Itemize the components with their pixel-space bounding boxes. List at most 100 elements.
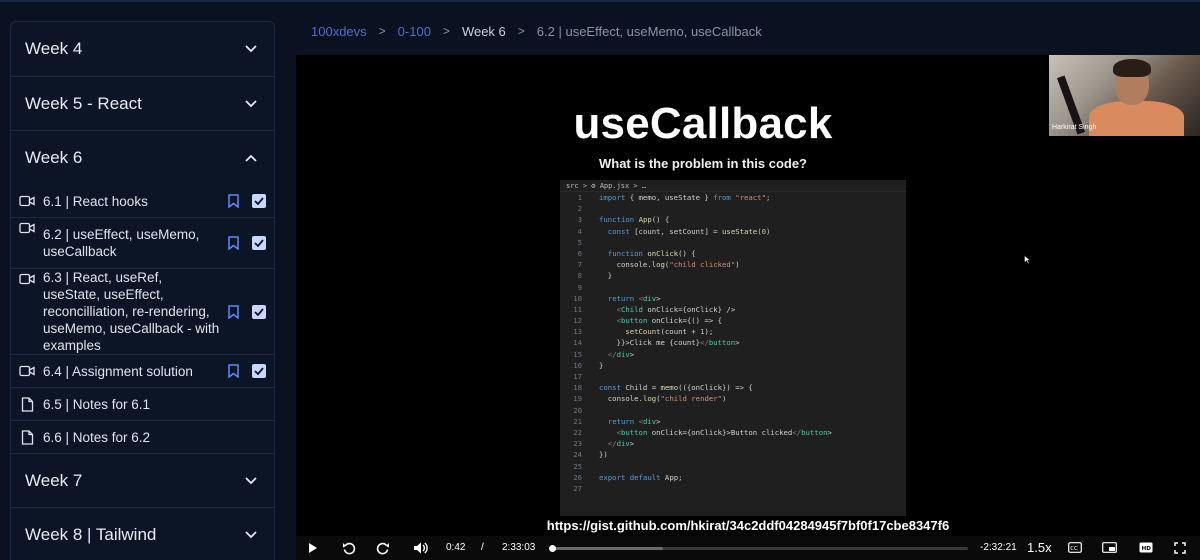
completed-checkbox[interactable]: [252, 236, 266, 250]
code-text: }}>Click me {count}</button>: [599, 338, 740, 348]
rewind-icon[interactable]: [342, 541, 356, 555]
line-number: 15: [573, 349, 582, 359]
line-number: 22: [573, 427, 582, 437]
code-text: import { memo, useState } from "react";: [599, 193, 771, 202]
breadcrumb-link-home[interactable]: 100xdevs: [311, 24, 367, 39]
line-number: 1: [577, 193, 582, 202]
lesson-item-6-3[interactable]: 6.3 | React, useRef, useState, useEffect…: [11, 269, 274, 355]
line-number: 5: [577, 237, 582, 247]
presenter-webcam: Harkirat Singh: [1049, 55, 1200, 136]
playback-speed-button[interactable]: 1.5x: [1027, 540, 1052, 555]
lesson-item-6-4[interactable]: 6.4 | Assignment solution: [11, 355, 274, 388]
top-border: [0, 0, 1200, 2]
week-item-5[interactable]: Week 5 - React: [11, 77, 274, 131]
line-number: 12: [573, 316, 582, 326]
code-text: function App() {: [599, 215, 670, 225]
lesson-item-6-1[interactable]: 6.1 | React hooks: [11, 185, 274, 218]
breadcrumb-link-course[interactable]: 0-100: [398, 24, 431, 39]
line-number: 20: [573, 405, 582, 415]
week-item-6[interactable]: Week 6: [11, 131, 274, 185]
fullscreen-icon[interactable]: [1174, 542, 1186, 554]
slide-title: useCallback: [573, 99, 833, 148]
editor-tab-path: src > ⚙ App.jsx > …: [560, 180, 906, 192]
code-line: 16}: [560, 360, 906, 371]
code-line: 14 }}>Click me {count}</button>: [560, 337, 906, 348]
quality-hd-icon[interactable]: HD: [1139, 542, 1153, 553]
duration: 2:33:03: [502, 542, 536, 553]
document-icon: [19, 396, 35, 412]
completed-checkbox[interactable]: [252, 194, 266, 208]
lesson-item-6-2[interactable]: 6.2 | useEffect, useMemo, useCallback: [11, 218, 274, 269]
week-item-4[interactable]: Week 4: [11, 22, 274, 77]
seek-handle[interactable]: [548, 545, 556, 552]
code-text: </div>: [607, 439, 635, 449]
line-number: 2: [577, 204, 582, 214]
lesson-item-6-6[interactable]: 6.6 | Notes for 6.2: [11, 421, 274, 454]
bookmark-icon[interactable]: [226, 193, 240, 209]
presenter-name: Harkirat Singh: [1052, 124, 1097, 131]
line-number: 14: [573, 338, 582, 348]
code-line: 19 console.log("child render"): [560, 393, 906, 404]
chevron-right-icon: >: [378, 24, 386, 38]
code-body: 1 import { memo, useState } from "react";…: [560, 192, 906, 494]
chevron-right-icon: >: [517, 24, 525, 38]
line-number: 13: [573, 327, 582, 337]
buffered-range: [550, 547, 663, 550]
chevron-down-icon: [242, 40, 260, 58]
code-line: 9: [560, 282, 906, 293]
line-number: 10: [573, 293, 582, 303]
bookmark-icon[interactable]: [226, 304, 240, 320]
line-number: 9: [577, 282, 582, 292]
week-item-8[interactable]: Week 8 | Tailwind: [11, 508, 274, 560]
code-text: setCount(count + 1);: [625, 327, 714, 337]
bookmark-icon[interactable]: [226, 363, 240, 379]
code-line: 26 export default App;: [560, 472, 906, 483]
lesson-label: 6.1 | React hooks: [43, 193, 148, 209]
line-number: 3: [577, 215, 582, 225]
code-text: }: [599, 360, 604, 370]
line-number: 23: [573, 439, 582, 449]
week-label: Week 4: [25, 39, 83, 58]
video-icon: [19, 363, 35, 379]
line-number: 26: [573, 472, 582, 482]
line-number: 7: [577, 260, 582, 270]
line-number: 17: [573, 372, 582, 381]
line-number: 6: [577, 248, 582, 258]
code-text: export default App;: [599, 472, 683, 482]
chevron-down-icon: [242, 472, 260, 490]
video-player[interactable]: useCallback What is the problem in this …: [296, 55, 1200, 560]
code-line: 2: [560, 203, 906, 214]
code-line: 13 setCount(count + 1);: [560, 326, 906, 337]
line-number: 21: [573, 416, 582, 426]
line-number: 25: [573, 461, 582, 471]
breadcrumb-current: 6.2 | useEffect, useMemo, useCallback: [536, 23, 762, 39]
captions-icon[interactable]: CC: [1068, 542, 1082, 553]
forward-icon[interactable]: [376, 541, 390, 555]
code-line: 12 <button onClick={() => {: [560, 315, 906, 326]
play-icon[interactable]: [308, 542, 318, 554]
volume-icon[interactable]: [413, 541, 428, 555]
code-line: 7 console.log("child clicked"): [560, 259, 906, 270]
week-label: Week 7: [25, 470, 83, 490]
chevron-up-icon: [242, 149, 260, 167]
picture-in-picture-icon[interactable]: [1102, 542, 1117, 553]
code-text: }: [599, 271, 613, 281]
svg-text:HD: HD: [1142, 546, 1152, 552]
code-text: function onClick() {: [607, 248, 696, 258]
player-controls: 0:42 / 2:33:03 -2:32:21 1.5x CC HD: [296, 536, 1200, 560]
bookmark-icon[interactable]: [226, 235, 240, 251]
seek-bar[interactable]: [548, 545, 968, 552]
lesson-item-6-5[interactable]: 6.5 | Notes for 6.1: [11, 388, 274, 421]
completed-checkbox[interactable]: [252, 364, 266, 378]
breadcrumb-link-week[interactable]: Week 6: [462, 24, 506, 39]
code-line: 24}): [560, 449, 906, 460]
code-line: 17: [560, 371, 906, 382]
code-line: 25: [560, 461, 906, 472]
week-item-7[interactable]: Week 7: [11, 454, 274, 508]
document-icon: [19, 429, 35, 445]
line-number: 18: [573, 383, 582, 393]
completed-checkbox[interactable]: [252, 304, 266, 319]
